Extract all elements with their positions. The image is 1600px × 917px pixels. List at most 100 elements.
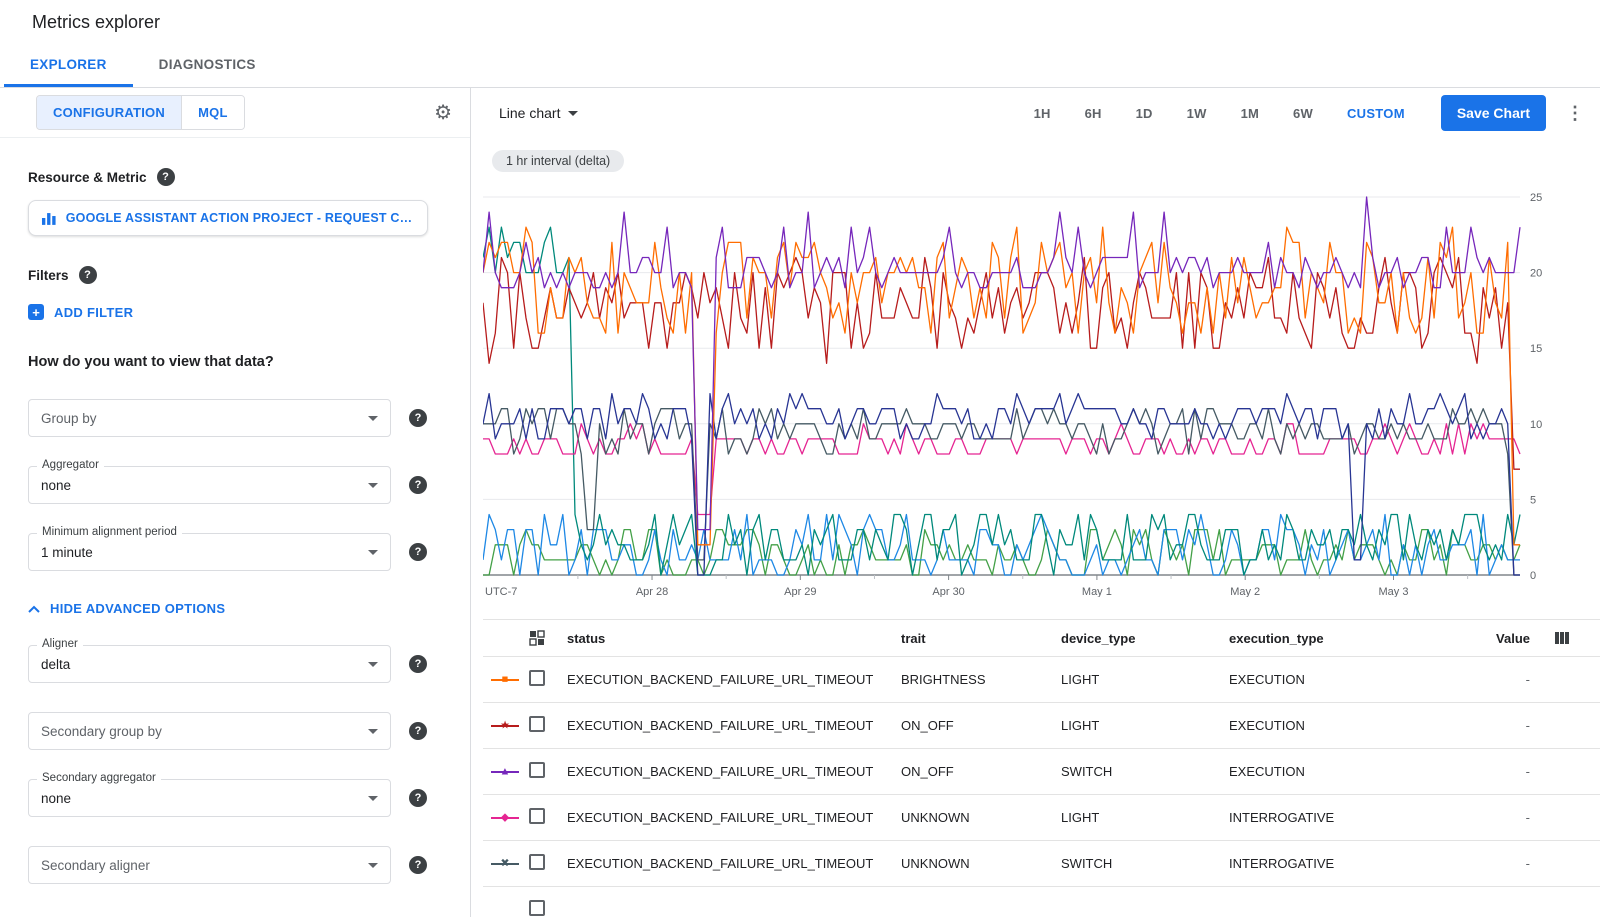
chart-area: 0510152025Apr 28Apr 29Apr 30May 1May 2Ma…: [471, 172, 1600, 602]
chart-panel: Line chart 1H 6H 1D 1W 1M 6W CUSTOM Save Char…: [471, 88, 1600, 917]
secondary-group-by-placeholder: Secondary group by: [41, 724, 162, 739]
resource-metric-help-icon[interactable]: ?: [157, 168, 175, 186]
row-checkbox[interactable]: [529, 900, 545, 916]
line-chart-svg: 0510152025Apr 28Apr 29Apr 30May 1May 2Ma…: [483, 185, 1568, 597]
legend-table-body: ■EXECUTION_BACKEND_FAILURE_URL_TIMEOUTBR…: [483, 657, 1600, 917]
svg-text:Apr 29: Apr 29: [784, 586, 816, 597]
cell-status: EXECUTION_BACKEND_FAILURE_URL_TIMEOUT: [567, 856, 901, 871]
column-header-value: Value: [1465, 631, 1554, 646]
row-checkbox[interactable]: [529, 854, 545, 870]
custom-range-button[interactable]: CUSTOM: [1347, 106, 1405, 121]
svg-text:5: 5: [1530, 494, 1536, 506]
svg-text:Apr 28: Apr 28: [636, 586, 668, 597]
filters-label: Filters: [28, 268, 69, 283]
configuration-panel: CONFIGURATION MQL ⚙ Resource & Metric ? …: [0, 88, 471, 917]
cell-device-type: LIGHT: [1061, 672, 1229, 687]
secondary-aggregator-row: Secondary aggregator none ?: [28, 779, 442, 817]
row-checkbox[interactable]: [529, 670, 545, 686]
cell-trait: BRIGHTNESS: [901, 672, 1061, 687]
secondary-aligner-dropdown[interactable]: Secondary aligner: [28, 846, 391, 884]
svg-text:10: 10: [1530, 419, 1542, 431]
group-by-help-icon[interactable]: ?: [409, 409, 427, 427]
min-alignment-help-icon[interactable]: ?: [409, 543, 427, 561]
secondary-group-by-dropdown[interactable]: Secondary group by: [28, 712, 391, 750]
svg-text:May 1: May 1: [1082, 586, 1112, 597]
column-settings-icon[interactable]: [1554, 630, 1600, 646]
chart-type-dropdown[interactable]: Line chart: [499, 105, 578, 121]
series-marker-icon-square: ■: [491, 673, 519, 687]
secondary-aggregator-value: none: [41, 791, 71, 806]
cell-value: -: [1465, 718, 1554, 733]
aligner-dropdown[interactable]: Aligner delta: [28, 645, 391, 683]
mql-mode-button[interactable]: MQL: [181, 96, 244, 129]
column-header-device-type: device_type: [1061, 631, 1229, 646]
range-button-6w[interactable]: 6W: [1293, 106, 1313, 121]
series-marker-icon-triangle: ▲: [491, 765, 519, 779]
interval-chip: 1 hr interval (delta): [492, 150, 624, 172]
row-checkbox[interactable]: [529, 808, 545, 824]
table-row[interactable]: ★EXECUTION_BACKEND_FAILURE_URL_TIMEOUTON…: [483, 703, 1600, 749]
aligner-help-icon[interactable]: ?: [409, 655, 427, 673]
cell-value: -: [1465, 764, 1554, 779]
add-filter-button[interactable]: + ADD FILTER: [28, 304, 442, 320]
configuration-mode-button[interactable]: CONFIGURATION: [37, 96, 181, 129]
group-by-placeholder: Group by: [41, 411, 97, 426]
filters-header: Filters ?: [28, 266, 442, 284]
svg-text:UTC-7: UTC-7: [485, 586, 517, 597]
range-button-1w[interactable]: 1W: [1187, 106, 1207, 121]
hide-advanced-options-toggle[interactable]: HIDE ADVANCED OPTIONS: [28, 601, 442, 616]
row-checkbox[interactable]: [529, 716, 545, 732]
secondary-aligner-row: Secondary aligner ?: [28, 846, 442, 884]
cell-execution-type: EXECUTION: [1229, 764, 1465, 779]
table-row[interactable]: ▲EXECUTION_BACKEND_FAILURE_URL_TIMEOUTON…: [483, 749, 1600, 795]
config-mode-switch: CONFIGURATION MQL: [36, 95, 245, 130]
series-visibility-icon[interactable]: [529, 630, 567, 646]
secondary-aggregator-dropdown[interactable]: Secondary aggregator none: [28, 779, 391, 817]
cell-execution-type: INTERROGATIVE: [1229, 856, 1465, 871]
range-button-6h[interactable]: 6H: [1085, 106, 1102, 121]
cell-device-type: SWITCH: [1061, 764, 1229, 779]
table-row[interactable]: ✖EXECUTION_BACKEND_FAILURE_URL_TIMEOUTUN…: [483, 841, 1600, 887]
aggregator-dropdown[interactable]: Aggregator none: [28, 466, 391, 504]
cell-execution-type: EXECUTION: [1229, 672, 1465, 687]
filters-help-icon[interactable]: ?: [79, 266, 97, 284]
tab-diagnostics[interactable]: DIAGNOSTICS: [133, 44, 282, 87]
table-row[interactable]: ■ EXECUTION_BACKEND_FAILURE_URL_TIMEOUTBR…: [483, 657, 1600, 703]
metric-chip-label: GOOGLE ASSISTANT ACTION PROJECT - REQUES…: [66, 211, 415, 225]
tab-explorer[interactable]: EXPLORER: [4, 44, 133, 87]
save-chart-button[interactable]: Save Chart: [1441, 95, 1546, 131]
svg-text:May 3: May 3: [1379, 586, 1409, 597]
aggregator-help-icon[interactable]: ?: [409, 476, 427, 494]
chevron-down-icon: [368, 416, 378, 421]
cell-device-type: LIGHT: [1061, 718, 1229, 733]
min-alignment-dropdown[interactable]: Minimum alignment period 1 minute: [28, 533, 391, 571]
cell-trait: ON_OFF: [901, 718, 1061, 733]
secondary-aggregator-label: Secondary aggregator: [37, 772, 161, 784]
secondary-group-by-help-icon[interactable]: ?: [409, 722, 427, 740]
app-header: Metrics explorer: [0, 0, 1600, 44]
secondary-aligner-placeholder: Secondary aligner: [41, 858, 150, 873]
secondary-aligner-help-icon[interactable]: ?: [409, 856, 427, 874]
metric-selector-chip[interactable]: GOOGLE ASSISTANT ACTION PROJECT - REQUES…: [28, 200, 428, 236]
row-checkbox[interactable]: [529, 762, 545, 778]
chevron-down-icon: [368, 662, 378, 667]
svg-text:25: 25: [1530, 192, 1542, 204]
column-header-execution-type: execution_type: [1229, 631, 1465, 646]
series-line-orange: [483, 227, 1520, 545]
secondary-aggregator-help-icon[interactable]: ?: [409, 789, 427, 807]
more-options-kebab-icon[interactable]: ⋮: [1566, 103, 1584, 124]
settings-gear-icon[interactable]: ⚙: [434, 103, 452, 123]
add-filter-label: ADD FILTER: [54, 305, 133, 320]
range-button-1d[interactable]: 1D: [1136, 106, 1153, 121]
table-row[interactable]: ◆EXECUTION_BACKEND_FAILURE_URL_TIMEOUTUN…: [483, 795, 1600, 841]
resource-metric-label: Resource & Metric: [28, 170, 147, 185]
range-button-1m[interactable]: 1M: [1241, 106, 1259, 121]
svg-text:Apr 30: Apr 30: [932, 586, 964, 597]
group-by-dropdown[interactable]: Group by: [28, 399, 391, 437]
svg-text:20: 20: [1530, 268, 1542, 280]
table-row-partial[interactable]: [483, 887, 1600, 917]
svg-text:0: 0: [1530, 570, 1536, 582]
range-button-1h[interactable]: 1H: [1034, 106, 1051, 121]
aligner-row: Aligner delta ?: [28, 645, 442, 683]
cell-status: EXECUTION_BACKEND_FAILURE_URL_TIMEOUT: [567, 672, 901, 687]
